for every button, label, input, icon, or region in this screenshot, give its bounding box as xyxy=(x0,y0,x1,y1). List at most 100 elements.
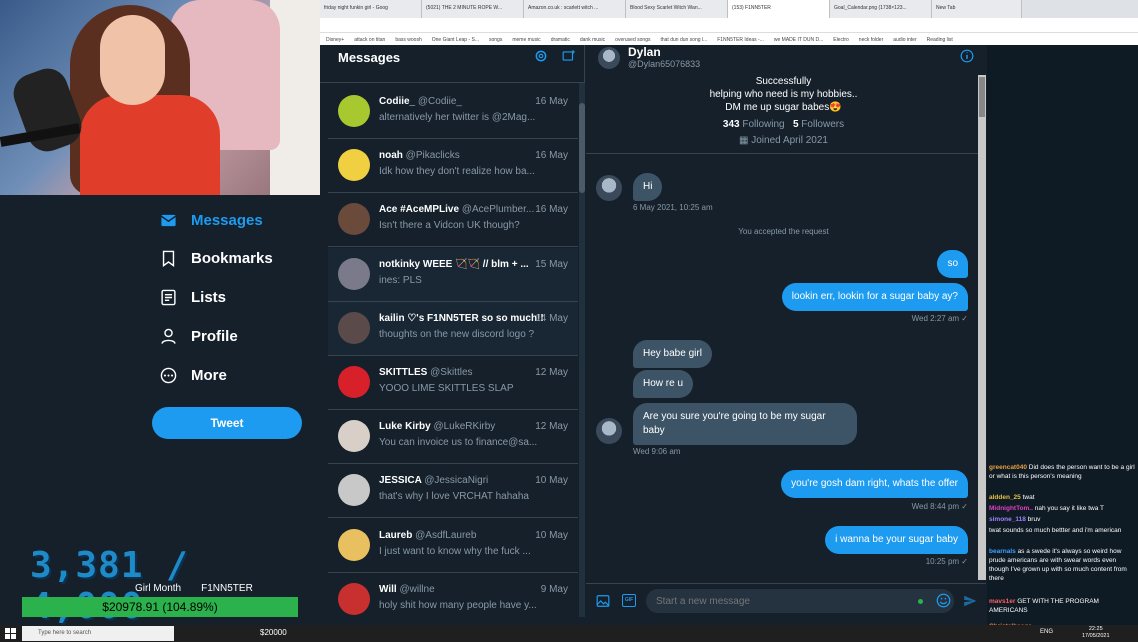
conversation-item[interactable]: JESSICA @JessicaNigri 10 May that's why I … xyxy=(328,464,578,519)
nav-item-profile[interactable]: Profile xyxy=(160,328,238,345)
clock[interactable]: 22:25 17/05/2021 xyxy=(1082,626,1110,640)
chat-message: simone_118 bruv xyxy=(989,515,1136,524)
outgoing-message[interactable]: i wanna be your sugar baby xyxy=(825,526,968,554)
message-input[interactable] xyxy=(656,595,906,607)
bookmark-item[interactable]: dank music xyxy=(580,37,605,43)
bookmark-item[interactable]: attack on titan xyxy=(354,37,385,43)
taskbar-search[interactable]: Type here to search xyxy=(22,626,174,641)
conversation-item[interactable]: Luke Kirby @LukeRKirby 12 May You can invo… xyxy=(328,410,578,465)
conversation-date: 10 May xyxy=(535,475,568,487)
following-label[interactable]: Following xyxy=(742,119,784,130)
status-dot xyxy=(918,599,923,604)
conversation-date: 14 May xyxy=(535,312,568,324)
info-icon[interactable] xyxy=(960,49,974,63)
conversation-handle: @AcePlumber... xyxy=(461,204,535,216)
bookmark-item[interactable]: F1NN5TER Ideas -... xyxy=(717,37,764,43)
chat-username: aldden_25 xyxy=(989,494,1021,501)
incoming-message[interactable]: Hey babe girl xyxy=(633,340,712,368)
bookmark-item[interactable]: audio inter xyxy=(893,37,916,43)
followers-label[interactable]: Followers xyxy=(801,119,844,130)
address-bar[interactable] xyxy=(320,18,1138,32)
send-icon[interactable] xyxy=(963,594,977,608)
list-scrollbar[interactable] xyxy=(579,83,585,617)
conversation-date: 15 May xyxy=(535,258,568,270)
outgoing-message[interactable]: lookin err, lookin for a sugar baby ay? xyxy=(781,283,968,311)
browser-tab[interactable]: New Tab xyxy=(932,0,1022,18)
contact-avatar[interactable] xyxy=(596,175,622,201)
bookmark-item[interactable]: we MADE IT DUN D... xyxy=(774,37,823,43)
bookmark-item[interactable]: meme music xyxy=(512,37,540,43)
conversation-handle: @Pikaclicks xyxy=(405,150,460,162)
conversation-scrollbar[interactable] xyxy=(978,75,986,580)
chat-message: aldden_25 twat xyxy=(989,493,1136,502)
browser-tab[interactable]: (5021) THE 2 MINUTE ROPE W... xyxy=(422,0,524,18)
browser-tab[interactable]: friday night funkin girl - Goog xyxy=(320,0,422,18)
conversation-item[interactable]: kailin ♡'s F1NN5TER so so much!! 14 May t… xyxy=(328,301,578,356)
language-indicator[interactable]: ENG xyxy=(1040,629,1053,635)
avatar xyxy=(338,203,370,236)
incoming-message[interactable]: Are you sure you're going to be my sugar… xyxy=(633,403,857,445)
conversation-display-name: kailin ♡'s F1NN5TER so so much!! xyxy=(379,312,544,324)
image-icon[interactable] xyxy=(596,594,610,608)
windows-start-icon[interactable] xyxy=(5,628,16,639)
bookmark-item[interactable]: neck folder xyxy=(859,37,883,43)
message-meta: 10:25 pm ✓ xyxy=(925,557,968,566)
bookmark-item[interactable]: bass woosh xyxy=(395,37,421,43)
bio-line: helping who need is my hobbies.. xyxy=(709,89,858,100)
contact-avatar[interactable] xyxy=(598,47,620,69)
conversation-preview: You can invoice us to finance@sa... xyxy=(379,437,538,449)
conversation-preview: Isn't there a Vidcon UK though? xyxy=(379,220,520,232)
incoming-message[interactable]: Hi xyxy=(633,173,663,201)
message-meta: Wed 8:44 pm ✓ xyxy=(911,502,968,511)
incoming-message[interactable]: How re u xyxy=(633,370,694,398)
bookmark-item[interactable]: Electro xyxy=(833,37,849,43)
bookmark-item[interactable]: Disney+ xyxy=(326,37,344,43)
conversation-item[interactable]: Laureb @AsdfLaureb 10 May I just want to k… xyxy=(328,519,578,573)
outgoing-message[interactable]: so xyxy=(937,250,968,278)
conversation-item[interactable]: noah @Pikaclicks 16 May Idk how they don't… xyxy=(328,139,578,194)
conversation-preview: alternatively her twitter is @2Mag... xyxy=(379,112,536,123)
chat-message: greencat040 Did does the person want to … xyxy=(989,463,1136,481)
chat-username: greencat040 xyxy=(989,464,1027,471)
tweet-button[interactable]: Tweet xyxy=(152,407,302,439)
messages-title: Messages xyxy=(338,50,401,65)
conversation-name: kailin ♡'s F1NN5TER so so much!! xyxy=(379,313,544,324)
emoji-icon[interactable] xyxy=(936,593,951,608)
conversation-item[interactable]: notkinky WEEE 🏹🏹 // blm + ... 15 May ines… xyxy=(328,247,578,302)
browser-tab-active[interactable]: (153) F1NN5TER xyxy=(728,0,830,18)
conversation-handle: @AsdfLaureb xyxy=(415,529,477,541)
bookmark-item[interactable]: overused songs xyxy=(615,37,650,43)
divider xyxy=(586,153,981,154)
gif-icon[interactable]: GIF xyxy=(622,594,636,607)
conversation-item[interactable]: Codiie_ @Codiie_ 16 May alternatively her … xyxy=(328,85,578,139)
outgoing-message[interactable]: you're gosh dam right, whats the offer xyxy=(781,470,968,498)
bookmark-item[interactable]: Reading list xyxy=(927,37,953,43)
conversation-name: Ace #AceMPLive @AcePlumber... xyxy=(379,204,534,215)
bookmark-item[interactable]: dramatic xyxy=(551,37,570,43)
conversation-item[interactable]: Will @willne 9 May holy shit how many peop… xyxy=(328,573,578,627)
browser-tab[interactable]: Goal_Calendar.png (1738×123... xyxy=(830,0,932,18)
browser-tab[interactable]: Blood Sexy Scarlet Witch Wan... xyxy=(626,0,728,18)
conversation-preview: I just want to know why the fuck ... xyxy=(379,545,531,557)
new-message-icon[interactable] xyxy=(562,49,576,63)
person-icon xyxy=(161,328,176,344)
bookmark-item[interactable]: One Giant Leap - S... xyxy=(432,37,479,43)
composer: GIF xyxy=(586,583,986,617)
nav-item-more[interactable]: More xyxy=(160,367,227,384)
conversation-display-name: Will xyxy=(379,583,397,595)
contact-avatar[interactable] xyxy=(596,418,622,444)
settings-gear-icon[interactable] xyxy=(534,49,548,63)
nav-item-lists[interactable]: Lists xyxy=(160,289,226,306)
conversation-item[interactable]: SKITTLES @Skittles 12 May YOOO LIME SKITTL… xyxy=(328,356,578,410)
goal-label-left: Girl Month xyxy=(135,583,182,594)
conversation-panel: Dylan @Dylan65076833 Successfully helpin… xyxy=(586,45,986,617)
bookmark-item[interactable]: songs xyxy=(489,37,502,43)
conversation-handle: @willne xyxy=(399,583,435,595)
conversation-name: SKITTLES @Skittles xyxy=(379,367,473,378)
clock-date: 17/05/2021 xyxy=(1082,633,1110,639)
nav-item-bookmarks[interactable]: Bookmarks xyxy=(160,250,273,267)
nav-item-messages[interactable]: Messages xyxy=(160,212,263,229)
conversation-item[interactable]: Ace #AceMPLive @AcePlumber... 16 May Isn't… xyxy=(328,193,578,248)
bookmark-item[interactable]: that dun dun song l... xyxy=(660,37,707,43)
browser-tab[interactable]: Amazon.co.uk : scarlett witch ... xyxy=(524,0,626,18)
